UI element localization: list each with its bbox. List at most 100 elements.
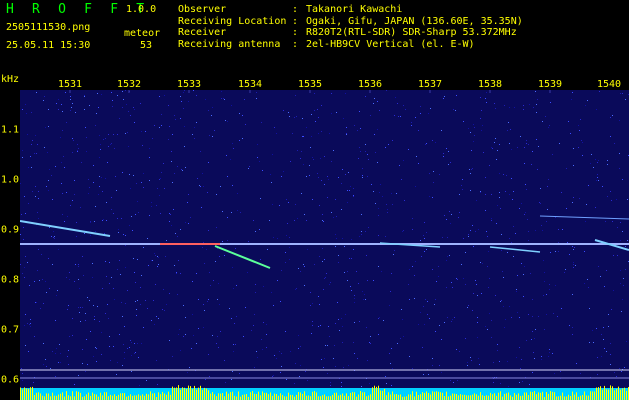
- noise-pixel: [123, 99, 124, 100]
- noise-pixel: [462, 179, 463, 180]
- noise-pixel: [375, 203, 376, 204]
- noise-pixel: [96, 361, 97, 362]
- level-bar: [592, 391, 593, 400]
- noise-pixel: [143, 187, 144, 188]
- noise-pixel: [598, 266, 599, 267]
- level-bar: [292, 394, 293, 400]
- noise-pixel: [109, 336, 110, 337]
- noise-pixel: [351, 239, 352, 240]
- noise-pixel: [500, 208, 501, 209]
- noise-pixel: [420, 113, 421, 114]
- level-bar: [260, 395, 261, 400]
- noise-pixel: [317, 109, 318, 110]
- noise-pixel: [66, 122, 67, 123]
- noise-pixel: [329, 133, 330, 134]
- noise-pixel: [189, 367, 190, 368]
- noise-pixel: [35, 135, 36, 136]
- noise-pixel: [511, 178, 512, 179]
- noise-pixel: [597, 174, 598, 175]
- noise-pixel: [441, 339, 442, 340]
- level-bar: [154, 393, 155, 400]
- noise-pixel: [281, 176, 282, 177]
- noise-pixel: [247, 272, 248, 273]
- noise-pixel: [77, 144, 78, 145]
- noise-pixel: [249, 166, 250, 167]
- noise-pixel: [85, 371, 86, 372]
- noise-pixel: [159, 127, 160, 128]
- level-bar: [48, 393, 49, 400]
- noise-pixel: [569, 325, 570, 326]
- noise-pixel: [335, 234, 336, 235]
- noise-pixel: [354, 322, 355, 323]
- noise-pixel: [64, 167, 65, 168]
- level-bar: [94, 394, 95, 400]
- noise-pixel: [243, 336, 244, 337]
- noise-pixel: [520, 368, 521, 369]
- level-bar: [158, 392, 159, 400]
- noise-pixel: [489, 165, 490, 166]
- noise-pixel: [146, 380, 147, 381]
- noise-pixel: [285, 331, 286, 332]
- level-bar: [140, 395, 141, 400]
- noise-pixel: [452, 319, 453, 320]
- noise-pixel: [304, 214, 305, 215]
- noise-pixel: [28, 167, 29, 168]
- noise-pixel: [135, 214, 136, 215]
- noise-pixel: [43, 303, 44, 304]
- noise-pixel: [320, 158, 321, 159]
- noise-pixel: [86, 137, 87, 138]
- noise-pixel: [30, 319, 31, 320]
- level-bar: [116, 396, 117, 400]
- noise-pixel: [488, 287, 489, 288]
- noise-pixel: [149, 215, 150, 216]
- noise-pixel: [362, 177, 363, 178]
- noise-pixel: [336, 238, 337, 239]
- noise-pixel: [117, 269, 118, 270]
- noise-pixel: [568, 121, 569, 122]
- noise-pixel: [369, 342, 370, 343]
- noise-pixel: [467, 307, 468, 308]
- level-bar: [408, 394, 409, 400]
- noise-pixel: [541, 356, 542, 357]
- noise-pixel: [573, 249, 574, 250]
- noise-pixel: [420, 240, 421, 241]
- level-bar: [178, 385, 179, 400]
- noise-pixel: [463, 278, 464, 279]
- info-label: Receiving Location: [178, 15, 287, 27]
- noise-pixel: [530, 273, 531, 274]
- level-bar: [362, 392, 363, 400]
- level-bar: [358, 394, 359, 400]
- noise-pixel: [500, 301, 501, 302]
- time-tick-label: 1531: [57, 79, 83, 90]
- noise-pixel: [56, 295, 57, 296]
- noise-pixel: [155, 284, 156, 285]
- noise-pixel: [135, 282, 136, 283]
- noise-pixel: [72, 138, 73, 139]
- noise-pixel: [263, 286, 264, 287]
- noise-pixel: [538, 316, 539, 317]
- level-bar: [186, 389, 187, 400]
- level-bar: [256, 394, 257, 400]
- noise-pixel: [169, 213, 170, 214]
- noise-pixel: [411, 122, 412, 123]
- noise-pixel: [572, 294, 573, 295]
- noise-pixel: [209, 272, 210, 273]
- noise-pixel: [147, 238, 148, 239]
- noise-pixel: [149, 148, 150, 149]
- noise-pixel: [197, 178, 198, 179]
- noise-pixel: [499, 361, 500, 362]
- noise-pixel: [367, 154, 368, 155]
- noise-pixel: [29, 285, 30, 286]
- noise-pixel: [36, 92, 37, 93]
- noise-pixel: [573, 262, 574, 263]
- level-bar: [72, 391, 73, 400]
- time-tick-label: 1536: [357, 79, 383, 90]
- noise-pixel: [124, 326, 125, 327]
- noise-pixel: [373, 191, 374, 192]
- level-bar: [164, 393, 165, 400]
- level-bar: [44, 396, 45, 400]
- noise-pixel: [72, 335, 73, 336]
- noise-pixel: [204, 263, 205, 264]
- noise-pixel: [481, 110, 482, 111]
- noise-pixel: [459, 194, 460, 195]
